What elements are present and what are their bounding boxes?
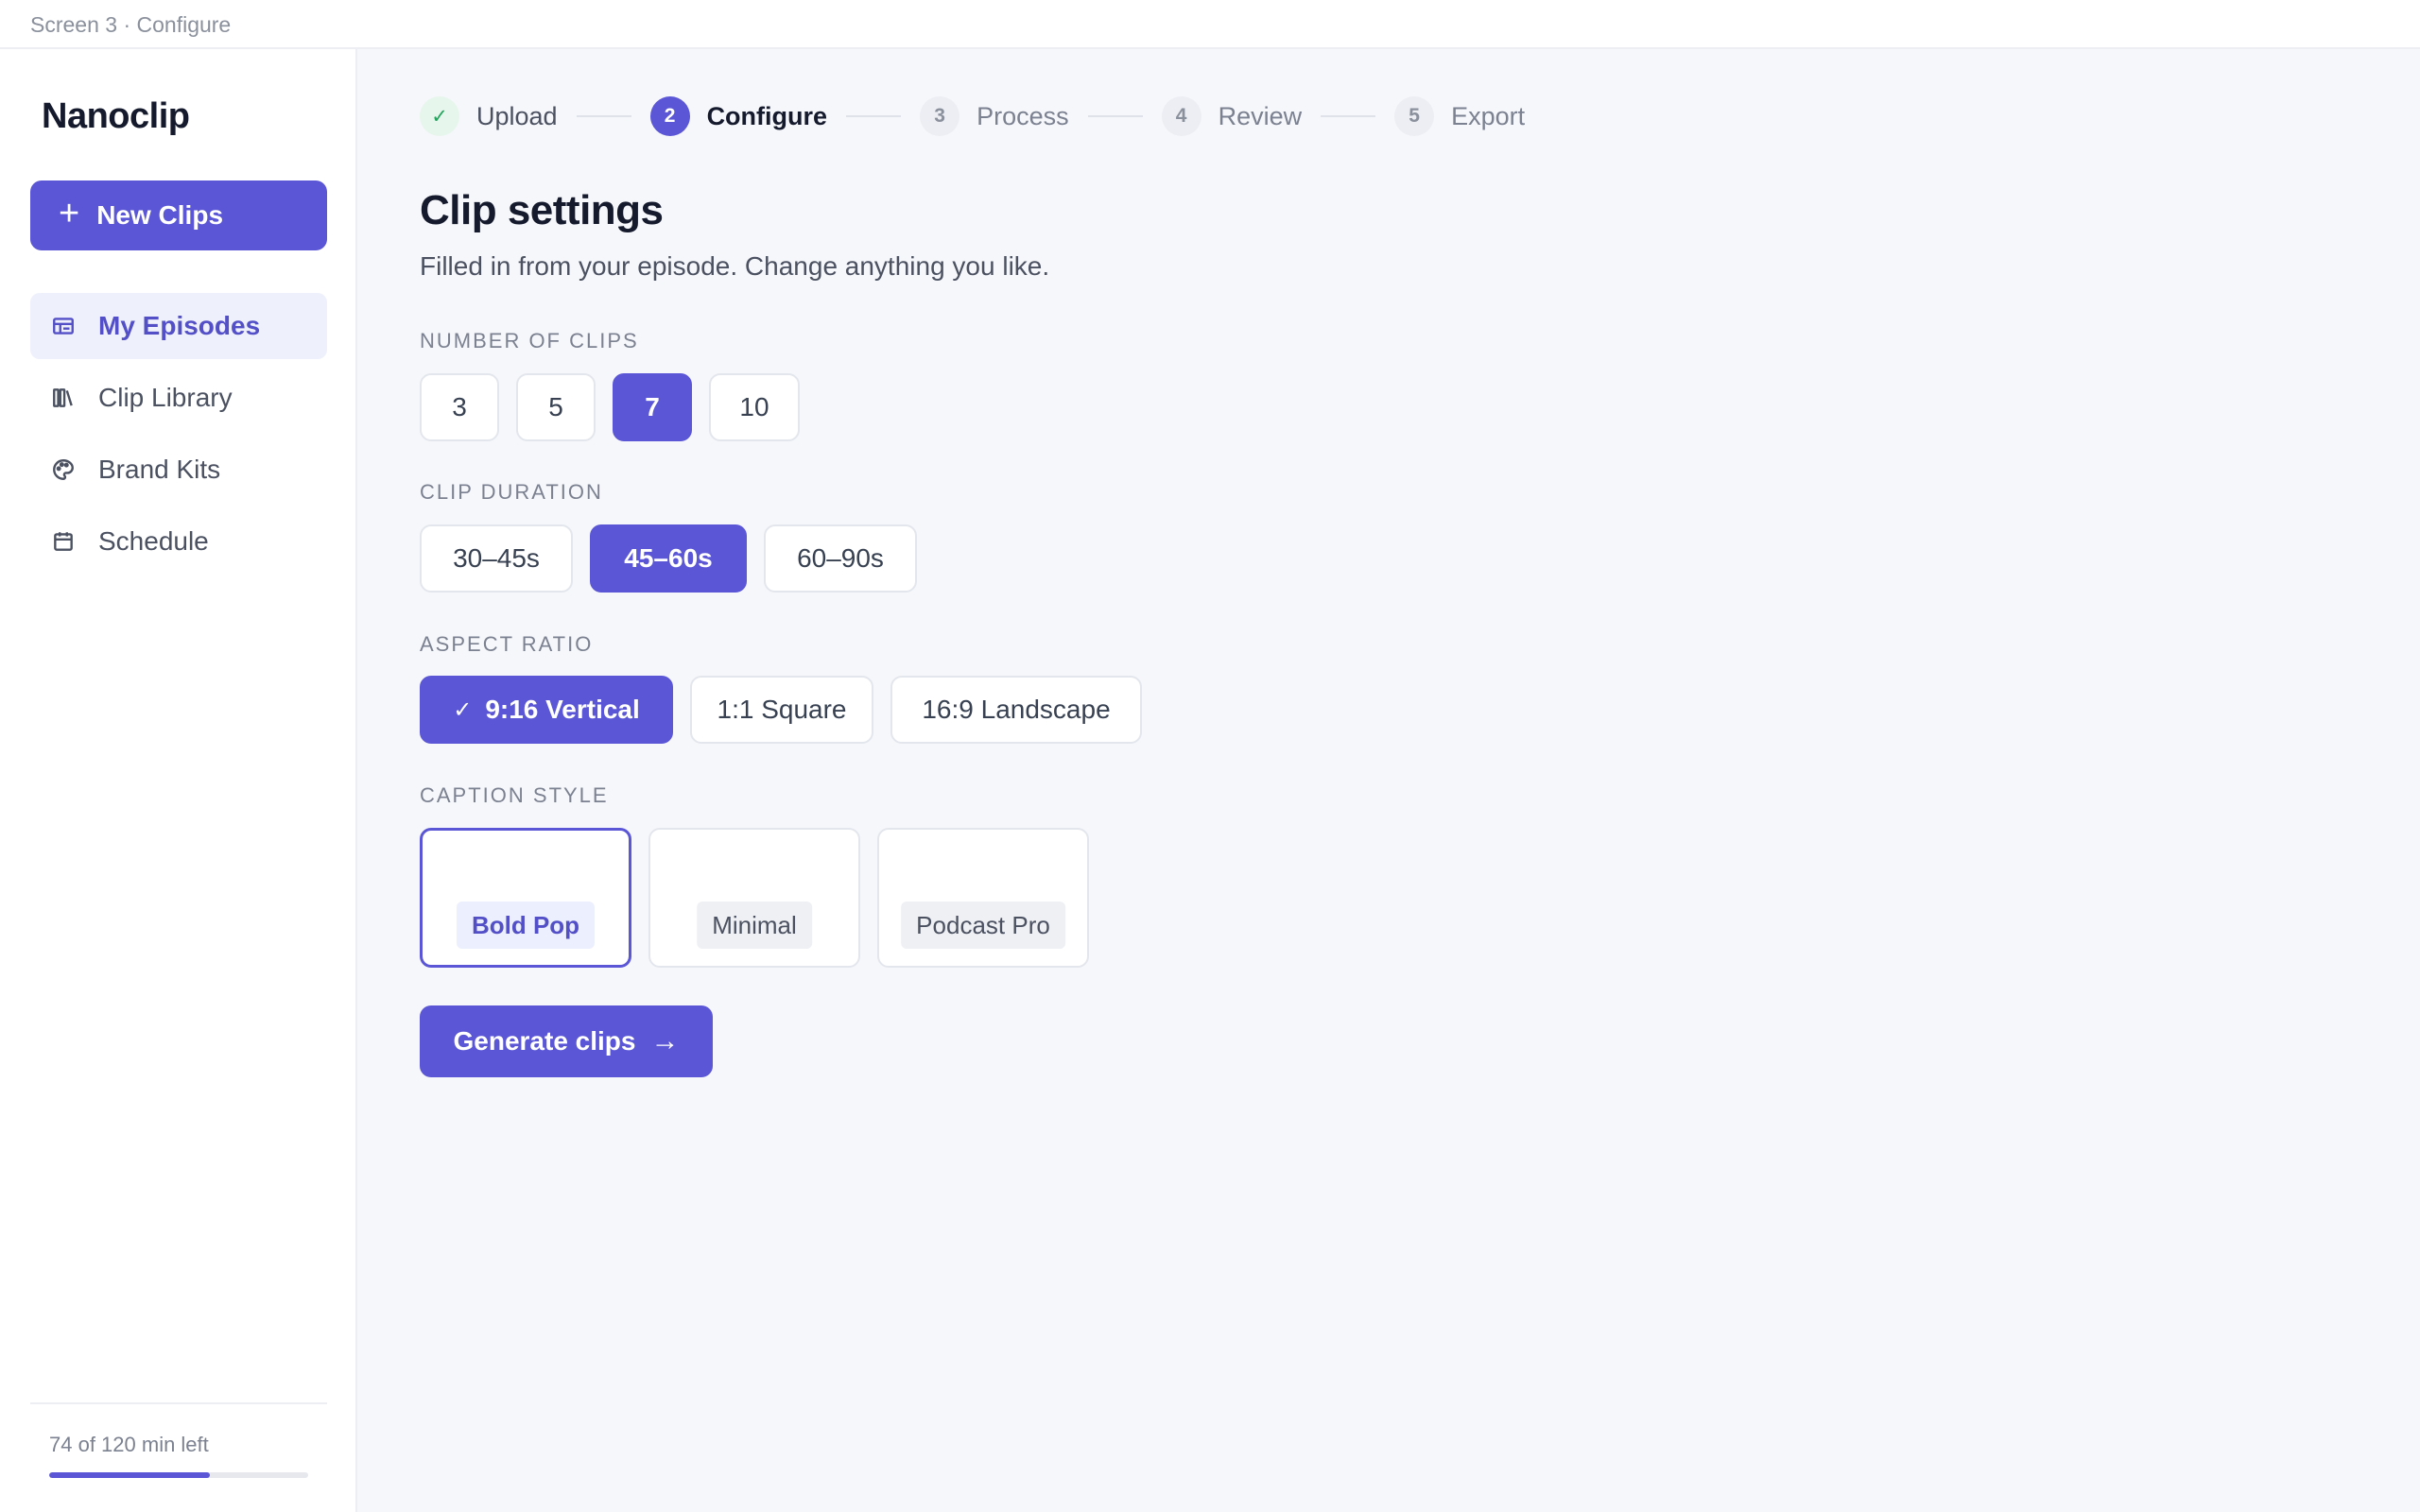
sidebar-item-schedule[interactable]: Schedule	[30, 508, 327, 575]
duration-option-45-60[interactable]: 45–60s	[590, 524, 747, 593]
sidebar-item-label: Brand Kits	[98, 455, 221, 484]
step-number: 4	[1161, 96, 1201, 136]
number-of-clips-label: NUMBER OF CLIPS	[420, 329, 639, 352]
step-label: Review	[1218, 101, 1303, 130]
calendar-icon	[54, 532, 73, 551]
step-upload[interactable]: ✓ Upload	[420, 96, 558, 136]
step-review: 4 Review	[1161, 96, 1303, 136]
sidebar-item-label: Clip Library	[98, 383, 233, 412]
caption-style-name: Bold Pop	[456, 902, 596, 949]
clip-duration-label: CLIP DURATION	[420, 480, 603, 504]
window-title: Screen 3 · Configure	[30, 12, 232, 37]
top-bar: Screen 3 · Configure	[0, 0, 2420, 49]
clips-option-7[interactable]: 7	[613, 373, 692, 441]
clip-duration-options: 30–45s 45–60s 60–90s	[420, 524, 934, 593]
palette-icon	[53, 459, 74, 480]
step-process: 3 Process	[920, 96, 1069, 136]
step-connector	[576, 115, 631, 117]
step-label: Export	[1451, 101, 1526, 130]
new-clips-button[interactable]: + New Clips	[30, 180, 327, 250]
sidebar-item-clip-library[interactable]: Clip Library	[30, 365, 327, 431]
quota-progress-bar	[49, 1472, 308, 1478]
sidebar: Nanoclip + New Clips My Episodes Clip Li…	[0, 49, 357, 1512]
caption-card-podcast-pro[interactable]: Podcast Pro	[877, 828, 1089, 968]
caption-card-minimal[interactable]: Minimal	[648, 828, 860, 968]
aspect-option-label: 9:16 Vertical	[485, 695, 640, 724]
brand-logo: Nanoclip	[42, 96, 190, 136]
page-subtitle: Filled in from your episode. Change anyt…	[420, 251, 1050, 281]
new-clips-label: New Clips	[96, 200, 224, 230]
step-configure[interactable]: 2 Configure	[649, 96, 828, 136]
clips-option-3[interactable]: 3	[420, 373, 499, 441]
step-number: 2	[649, 96, 690, 136]
usage-quota: 74 of 120 min left	[30, 1402, 327, 1478]
caption-style-name: Podcast Pro	[901, 902, 1065, 949]
quota-text: 74 of 120 min left	[49, 1433, 209, 1456]
check-icon: ✓	[420, 96, 459, 136]
clips-option-5[interactable]: 5	[516, 373, 596, 441]
duration-option-60-90[interactable]: 60–90s	[764, 524, 917, 593]
library-icon	[53, 388, 73, 407]
step-number: 5	[1394, 96, 1435, 136]
generate-clips-label: Generate clips	[453, 1026, 636, 1056]
aspect-ratio-options: ✓ 9:16 Vertical 1:1 Square 16:9 Landscap…	[420, 676, 1159, 744]
aspect-option-vertical[interactable]: ✓ 9:16 Vertical	[420, 676, 673, 744]
step-number: 3	[920, 96, 960, 136]
sidebar-item-label: My Episodes	[98, 311, 261, 340]
step-connector	[1321, 115, 1376, 117]
aspect-option-landscape[interactable]: 16:9 Landscape	[890, 676, 1142, 744]
sidebar-item-my-episodes[interactable]: My Episodes	[30, 293, 327, 359]
step-export: 5 Export	[1394, 96, 1525, 136]
aspect-ratio-label: ASPECT RATIO	[420, 632, 594, 656]
plus-icon: +	[59, 194, 80, 233]
caption-card-bold-pop[interactable]: Bold Pop	[420, 828, 631, 968]
clips-option-10[interactable]: 10	[709, 373, 800, 441]
stepper: ✓ Upload 2 Configure 3 Process 4 Review …	[420, 94, 1525, 138]
page-title: Clip settings	[420, 187, 664, 233]
step-label: Configure	[706, 101, 828, 130]
aspect-option-square[interactable]: 1:1 Square	[690, 676, 873, 744]
sidebar-item-brand-kits[interactable]: Brand Kits	[30, 437, 327, 503]
caption-style-label: CAPTION STYLE	[420, 783, 609, 807]
step-connector	[846, 115, 902, 117]
sidebar-item-label: Schedule	[98, 526, 209, 556]
generate-clips-button[interactable]: Generate clips →	[420, 1005, 713, 1077]
quota-progress-fill	[49, 1472, 210, 1478]
episodes-icon	[53, 318, 74, 335]
step-label: Upload	[476, 101, 558, 130]
step-connector	[1087, 115, 1143, 117]
caption-style-name: Minimal	[697, 902, 812, 949]
caption-style-options: Bold Pop Minimal Podcast Pro	[420, 828, 1106, 968]
duration-option-30-45[interactable]: 30–45s	[420, 524, 573, 593]
number-of-clips-options: 3 5 7 10	[420, 373, 817, 441]
check-icon: ✓	[453, 696, 473, 723]
sidebar-nav: My Episodes Clip Library Brand Kits Sche…	[30, 293, 327, 580]
step-label: Process	[977, 101, 1069, 130]
arrow-right-icon: →	[650, 1025, 680, 1057]
